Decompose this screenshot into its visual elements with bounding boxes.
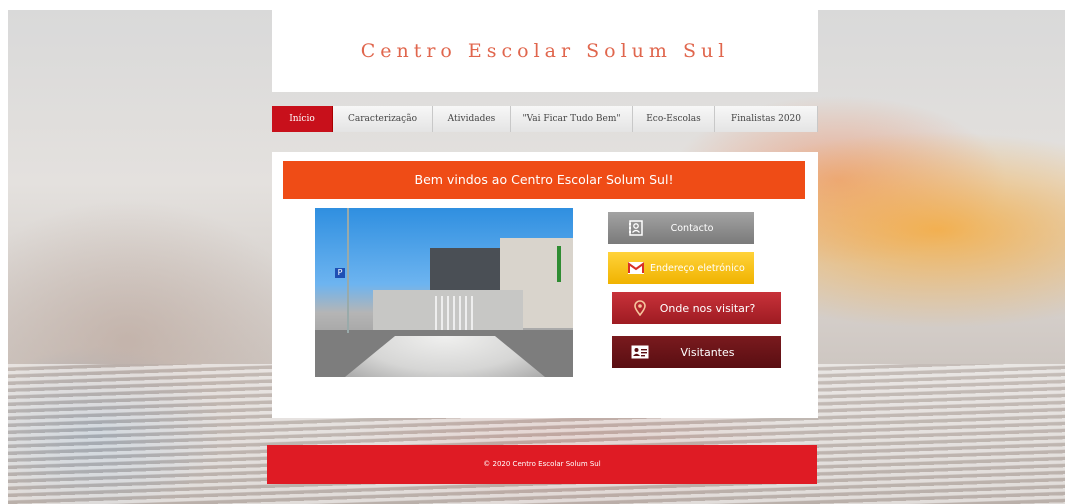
nav-item-atividades[interactable]: Atividades [433,106,511,132]
site-header: Centro Escolar Solum Sul [272,10,818,92]
nav-item-inicio[interactable]: Início [272,106,333,132]
email-button[interactable]: Endereço eletrónico [608,252,754,284]
school-photo: P [315,208,573,377]
nav-item-finalistas-2020[interactable]: Finalistas 2020 [715,106,818,132]
site-footer: © 2020 Centro Escolar Solum Sul [267,445,817,484]
location-pin-icon [626,300,654,316]
nav-item-vai-ficar-tudo-bem[interactable]: "Vai Ficar Tudo Bem" [511,106,633,132]
photo-pole [347,208,349,333]
onde-nos-visitar-label: Onde nos visitar? [659,301,756,315]
visitor-card-icon [626,345,654,359]
contacto-button[interactable]: Contacto [608,212,754,244]
nav-item-caracterizacao[interactable]: Caracterização [333,106,433,132]
onde-nos-visitar-button[interactable]: Onde nos visitar? [612,292,781,324]
photo-gate [435,296,475,330]
email-label: Endereço eletrónico [650,262,745,274]
gmail-icon [622,262,650,274]
photo-flag [557,246,561,282]
visitantes-button[interactable]: Visitantes [612,336,781,368]
site-title[interactable]: Centro Escolar Solum Sul [361,40,730,62]
parking-sign: P [335,268,345,278]
content-panel: Bem vindos ao Centro Escolar Solum Sul! … [272,152,818,418]
contacto-label: Contacto [670,222,714,234]
nav-item-eco-escolas[interactable]: Eco-Escolas [633,106,715,132]
main-navigation: Início Caracterização Atividades "Vai Fi… [272,106,818,132]
footer-copyright: © 2020 Centro Escolar Solum Sul [483,460,601,468]
contact-book-icon [622,220,650,236]
visitantes-label: Visitantes [680,345,735,359]
welcome-banner: Bem vindos ao Centro Escolar Solum Sul! [283,161,805,199]
